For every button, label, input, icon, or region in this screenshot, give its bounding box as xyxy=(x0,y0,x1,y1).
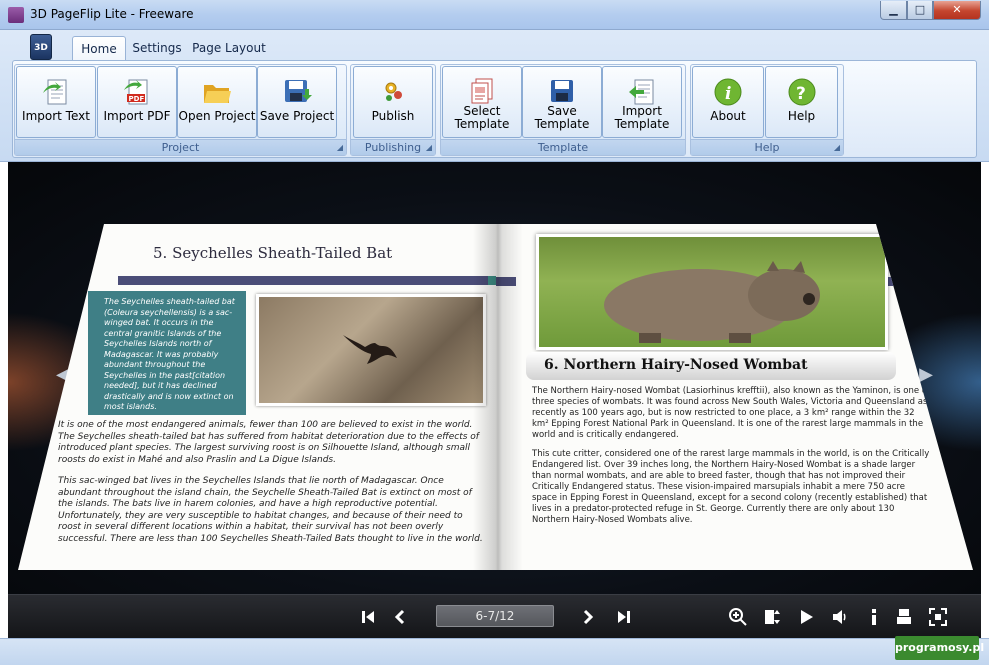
right-page-body: The Northern Hairy-nosed Wombat (Lasiorh… xyxy=(532,386,932,534)
import-template-icon xyxy=(629,79,654,105)
import-text-label: Import Text xyxy=(22,109,90,123)
left-page-sidebar: The Seychelles sheath-tailed bat (Coleur… xyxy=(88,291,246,415)
publish-icon xyxy=(385,82,402,101)
left-page-paragraph-1: It is one of the most endangered animals… xyxy=(58,420,479,465)
close-button[interactable]: ✕ xyxy=(933,1,981,20)
about-button[interactable]: i About xyxy=(692,66,764,138)
previous-page-icon[interactable] xyxy=(390,607,410,627)
first-page-icon[interactable] xyxy=(358,607,378,627)
left-page[interactable]: 5. Seychelles Sheath-Tailed Bat The Seyc… xyxy=(18,224,496,570)
last-page-icon[interactable] xyxy=(614,607,634,627)
select-template-label-2: Template xyxy=(454,117,510,131)
help-icon: ? xyxy=(788,78,815,106)
import-pdf-icon: PDF xyxy=(124,79,148,105)
title-bar: 3D PageFlip Lite - Freeware ▁ □ ✕ xyxy=(0,0,989,30)
maximize-button[interactable]: □ xyxy=(907,1,933,20)
about-label: About xyxy=(710,109,746,123)
left-page-title: 5. Seychelles Sheath-Tailed Bat xyxy=(153,244,393,262)
save-template-icon xyxy=(551,80,573,102)
template-group-label: Template xyxy=(441,139,685,155)
save-template-button[interactable]: Save Template xyxy=(522,66,602,138)
import-text-button[interactable]: Import Text xyxy=(16,66,96,138)
bat-photo xyxy=(256,294,486,406)
next-page-icon[interactable] xyxy=(578,607,598,627)
sound-icon[interactable] xyxy=(830,607,850,627)
wombat-image xyxy=(604,261,820,343)
status-bar xyxy=(0,638,989,665)
tab-page-layout[interactable]: Page Layout xyxy=(190,36,268,60)
bat-image xyxy=(343,335,397,364)
minimize-button[interactable]: ▁ xyxy=(880,1,907,20)
open-book[interactable]: 5. Seychelles Sheath-Tailed Bat The Seyc… xyxy=(18,224,973,574)
tab-home[interactable]: Home xyxy=(72,36,126,60)
info-icon[interactable] xyxy=(864,607,884,627)
help-group-label: Help xyxy=(691,139,843,155)
svg-text:?: ? xyxy=(796,84,806,104)
book-spine xyxy=(473,224,523,570)
select-template-button[interactable]: Select Template xyxy=(442,66,522,138)
import-template-label-2: Template xyxy=(614,117,670,131)
viewer-toolbar: 6-7/12 xyxy=(8,594,981,638)
info-icon: i xyxy=(714,78,742,106)
dialog-launcher-icon[interactable]: ◢ xyxy=(834,143,840,152)
dialog-launcher-icon[interactable]: ◢ xyxy=(426,143,432,152)
project-group-label: Project xyxy=(15,139,346,155)
import-pdf-button[interactable]: PDF Import PDF xyxy=(97,66,177,138)
publishing-group-label: Publishing xyxy=(351,139,435,155)
publish-label: Publish xyxy=(371,109,415,123)
right-page-title: 6. Northern Hairy-Nosed Wombat xyxy=(544,357,808,373)
save-template-label-2: Template xyxy=(534,117,590,131)
help-label: Help xyxy=(787,109,816,123)
open-project-button[interactable]: Open Project xyxy=(177,66,257,138)
wombat-photo xyxy=(536,234,888,350)
right-page-paragraph-1: The Northern Hairy-nosed Wombat (Lasiorh… xyxy=(532,386,930,440)
dialog-launcher-icon[interactable]: ◢ xyxy=(337,143,343,152)
left-page-paragraph-2: This sac-winged bat lives in the Seychel… xyxy=(58,476,483,544)
autoplay-icon[interactable] xyxy=(796,607,816,627)
print-icon[interactable] xyxy=(894,607,914,627)
watermark-logo: programosy.pl xyxy=(895,636,984,660)
import-template-button[interactable]: Import Template xyxy=(602,66,682,138)
left-page-stripe xyxy=(118,276,496,285)
right-page[interactable]: 6. Northern Hairy-Nosed Wombat The North… xyxy=(496,224,973,570)
import-pdf-label: Import PDF xyxy=(103,109,171,123)
select-template-icon xyxy=(471,78,493,104)
save-project-icon xyxy=(285,80,312,102)
application-menu-button[interactable]: 3D xyxy=(30,34,52,60)
window-title: 3D PageFlip Lite - Freeware xyxy=(30,7,194,21)
publish-button[interactable]: Publish xyxy=(353,66,433,138)
svg-text:PDF: PDF xyxy=(129,95,145,103)
save-project-label: Save Project xyxy=(259,109,335,123)
import-text-icon xyxy=(43,79,67,105)
flipbook-viewer: ◀ ▶ 5. Seychelles Sheath-Tailed Bat The … xyxy=(8,162,981,594)
fullscreen-icon[interactable] xyxy=(928,607,948,627)
page-indicator-input[interactable]: 6-7/12 xyxy=(436,605,554,627)
svg-text:i: i xyxy=(725,84,731,104)
right-page-paragraph-2: This cute critter, considered one of the… xyxy=(532,449,930,525)
fit-page-icon[interactable] xyxy=(762,607,782,627)
open-folder-icon xyxy=(204,85,231,103)
help-button[interactable]: ? Help xyxy=(765,66,838,138)
zoom-in-icon[interactable] xyxy=(728,607,748,627)
tab-settings[interactable]: Settings xyxy=(130,36,184,60)
open-project-label: Open Project xyxy=(178,109,256,123)
left-page-body: It is one of the most endangered animals… xyxy=(58,420,488,555)
save-project-button[interactable]: Save Project xyxy=(257,66,337,138)
app-icon[interactable] xyxy=(8,7,24,23)
